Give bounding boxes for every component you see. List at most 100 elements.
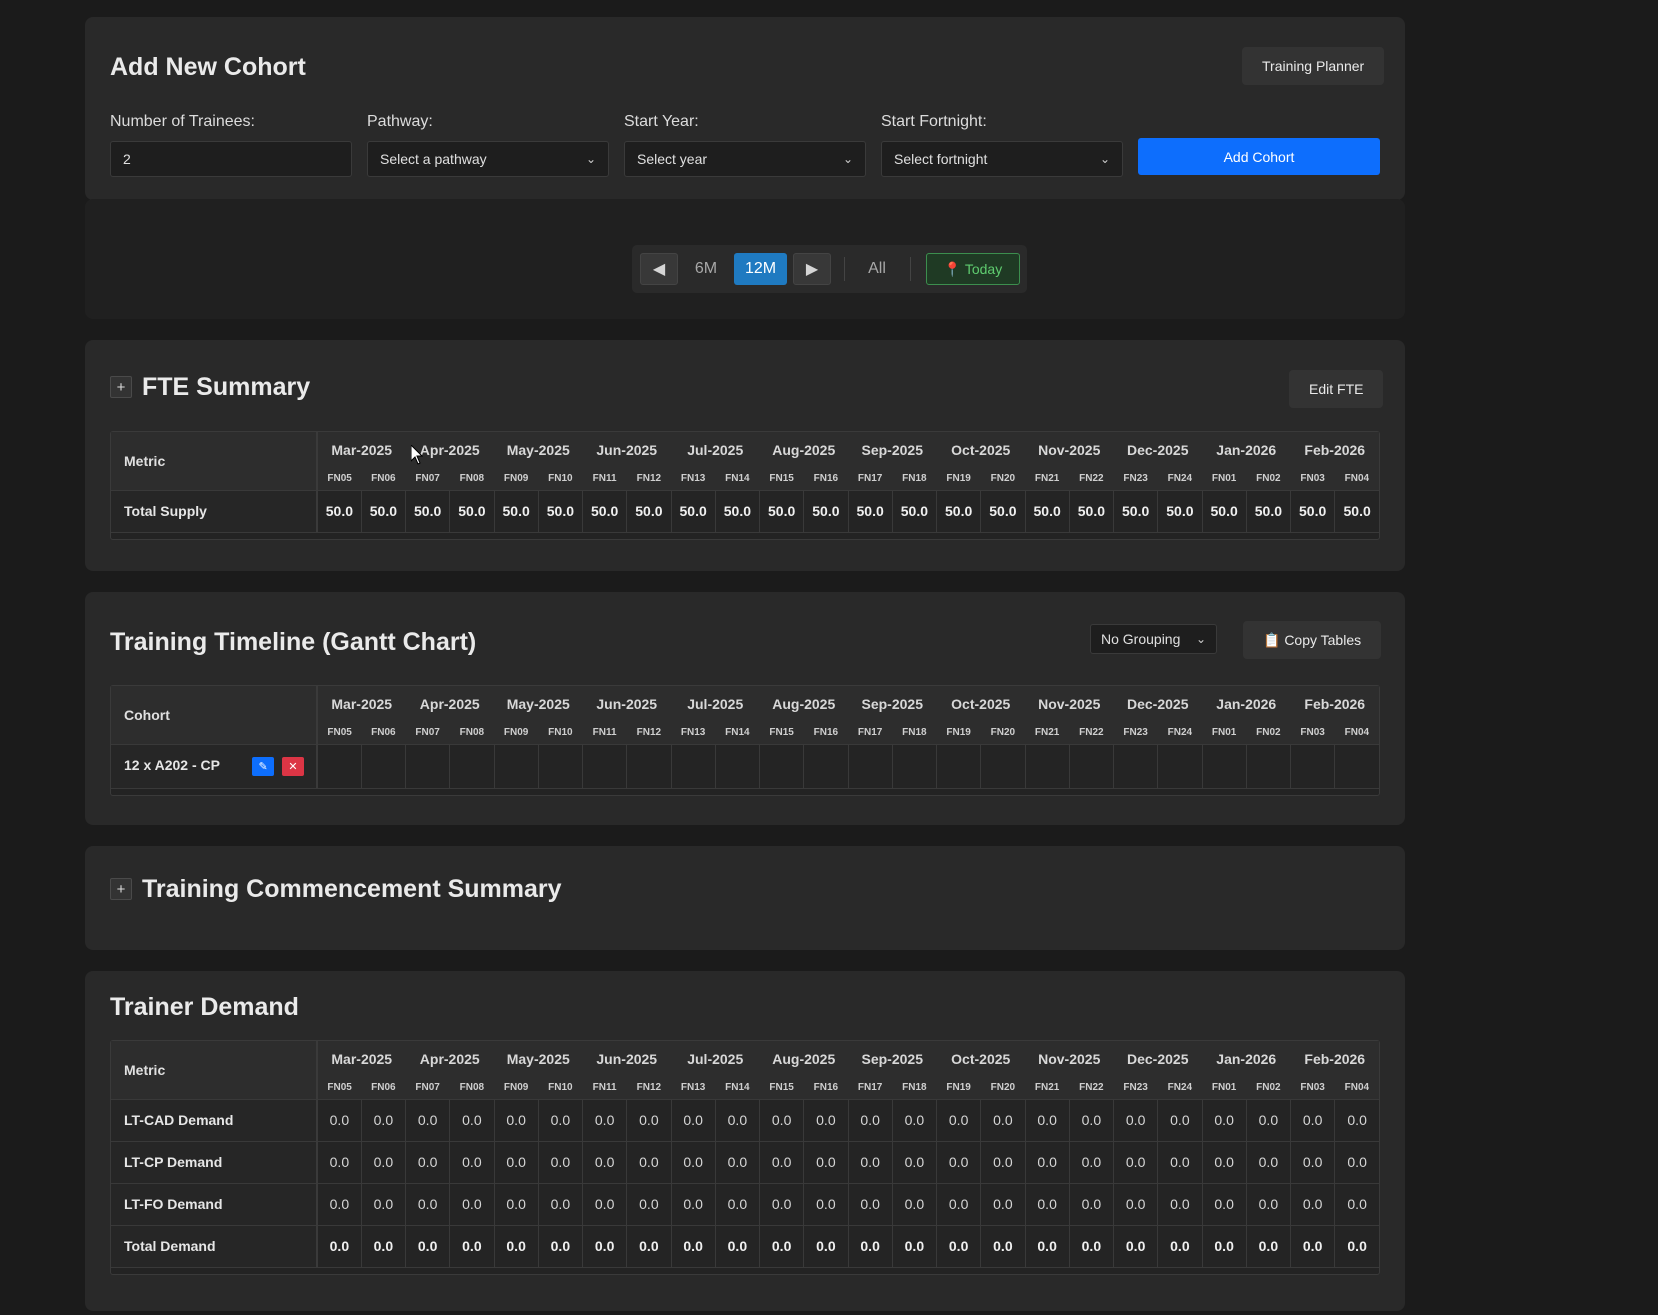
gantt-cell (581, 743, 627, 788)
value-cell: 50.0 (1112, 489, 1158, 532)
start-year-label: Start Year: (624, 113, 699, 130)
metric-header: Metric (111, 432, 318, 490)
fortnight-header: FN02 (1246, 1077, 1291, 1099)
fortnight-header: FN22 (1069, 468, 1114, 490)
month-header: Mar-2025 (317, 432, 406, 468)
start-fortnight-select[interactable]: Select fortnight ⌄ (881, 141, 1123, 177)
add-cohort-button[interactable]: Add Cohort (1138, 138, 1380, 175)
value-cell: 50.0 (1201, 489, 1247, 532)
month-header: Jul-2025 (671, 432, 760, 468)
value-cell: 0.0 (1024, 1224, 1070, 1267)
value-cell: 0.0 (1245, 1182, 1291, 1225)
fortnight-header: FN11 (582, 468, 627, 490)
fte-table: Metric Mar-2025 Apr-2025 May-2025 Jun-20… (111, 432, 1379, 532)
value-cell: 50.0 (758, 489, 804, 532)
copy-tables-button[interactable]: 📋 Copy Tables (1243, 621, 1382, 659)
fortnight-header: FN04 (1334, 1077, 1379, 1099)
metric-row: LT-CAD Demand 0.0 0.0 0.0 0.0 0.0 0.0 0.0 0.0 0.0… (111, 1098, 1379, 1141)
grouping-select[interactable]: No Grouping ⌄ (1090, 624, 1217, 654)
prev-period-button[interactable]: ◀ (640, 253, 678, 285)
month-header: Feb-2026 (1290, 686, 1379, 722)
month-header: Feb-2026 (1290, 432, 1379, 468)
fortnight-header: FN03 (1290, 468, 1335, 490)
value-cell: 0.0 (1334, 1182, 1379, 1225)
value-cell: 50.0 (1245, 489, 1291, 532)
value-cell: 0.0 (980, 1224, 1025, 1267)
fortnight-header: FN14 (715, 722, 760, 744)
value-cell: 0.0 (714, 1098, 760, 1141)
value-cell: 0.0 (980, 1182, 1025, 1225)
fortnight-header: FN08 (449, 468, 494, 490)
gantt-cell (493, 743, 539, 788)
today-button[interactable]: 📍 Today (926, 253, 1020, 285)
edit-cohort-icon[interactable]: ✎ (252, 756, 275, 776)
fortnight-header: FN02 (1246, 468, 1291, 490)
metric-row: LT-CP Demand 0.0 0.0 0.0 0.0 0.0 0.0 0.0 0.0 0.0 0… (111, 1140, 1379, 1183)
value-cell: 50.0 (1334, 489, 1379, 532)
value-cell: 50.0 (980, 489, 1025, 532)
training-planner-button[interactable]: Training Planner (1242, 47, 1385, 85)
value-cell: 0.0 (758, 1224, 804, 1267)
fte-summary-card: + FTE Summary Edit FTE Metric Mar-2025 A… (85, 340, 1405, 571)
month-header: Sep-2025 (848, 686, 937, 722)
fortnight-header: FN22 (1069, 722, 1114, 744)
fte-table-wrap: Metric Mar-2025 Apr-2025 May-2025 Jun-20… (110, 431, 1380, 540)
fortnight-header: FN24 (1157, 468, 1202, 490)
start-year-select[interactable]: Select year ⌄ (624, 141, 866, 177)
month-header: Nov-2025 (1025, 686, 1114, 722)
gantt-cell (758, 743, 804, 788)
value-cell: 0.0 (316, 1224, 362, 1267)
chevron-down-icon: ⌄ (585, 152, 596, 166)
value-cell: 0.0 (449, 1224, 494, 1267)
gantt-cell (714, 743, 760, 788)
fortnight-header: FN11 (582, 722, 627, 744)
value-cell: 0.0 (581, 1098, 627, 1141)
value-cell: 50.0 (891, 489, 937, 532)
twelve-month-button[interactable]: 12M (734, 253, 787, 285)
next-period-button[interactable]: ▶ (793, 253, 831, 285)
cohort-header: Cohort (111, 686, 318, 744)
value-cell: 50.0 (714, 489, 760, 532)
six-month-button[interactable]: 6M (684, 253, 728, 285)
commencement-expand-toggle[interactable]: + (110, 878, 132, 900)
value-cell: 0.0 (626, 1098, 671, 1141)
fortnight-header: FN16 (803, 722, 848, 744)
gantt-cell (1068, 743, 1114, 788)
value-cell: 0.0 (537, 1182, 583, 1225)
value-cell: 50.0 (935, 489, 981, 532)
all-button[interactable]: All (857, 253, 897, 285)
month-header: Jan-2026 (1202, 686, 1291, 722)
value-cell: 50.0 (1157, 489, 1202, 532)
fortnight-header: FN08 (449, 1077, 494, 1099)
value-cell: 0.0 (316, 1098, 362, 1141)
edit-fte-button[interactable]: Edit FTE (1289, 370, 1384, 408)
fortnight-header: FN16 (803, 1077, 848, 1099)
value-cell: 0.0 (537, 1098, 583, 1141)
trainer-demand-title: Trainer Demand (110, 993, 299, 1021)
gantt-table-wrap: Cohort Mar-2025 Apr-2025 May-2025 Jun-20… (110, 685, 1380, 796)
fortnight-header: FN23 (1113, 1077, 1158, 1099)
nav-divider (910, 257, 911, 281)
fortnight-header: FN17 (848, 722, 893, 744)
metric-header: Metric (111, 1041, 318, 1099)
row-label: Total Demand (111, 1224, 318, 1267)
delete-cohort-icon[interactable]: ✕ (282, 756, 304, 776)
trainees-field: Number of Trainees: 2 (110, 113, 352, 177)
value-cell: 0.0 (891, 1098, 937, 1141)
value-cell: 0.0 (316, 1140, 362, 1183)
gantt-cell (891, 743, 937, 788)
month-header: May-2025 (494, 686, 583, 722)
fortnight-header: FN22 (1069, 1077, 1114, 1099)
value-cell: 0.0 (980, 1098, 1025, 1141)
fte-expand-toggle[interactable]: + (110, 376, 132, 398)
table-footer (111, 1267, 1379, 1274)
trainees-input[interactable]: 2 (110, 141, 352, 177)
value-cell: 50.0 (626, 489, 671, 532)
value-cell: 0.0 (1068, 1182, 1114, 1225)
month-header: Dec-2025 (1113, 1041, 1202, 1077)
fortnight-header: FN19 (936, 1077, 981, 1099)
month-header: Dec-2025 (1113, 686, 1202, 722)
pathway-select[interactable]: Select a pathway ⌄ (367, 141, 609, 177)
value-cell: 0.0 (847, 1224, 893, 1267)
value-cell: 0.0 (1245, 1140, 1291, 1183)
